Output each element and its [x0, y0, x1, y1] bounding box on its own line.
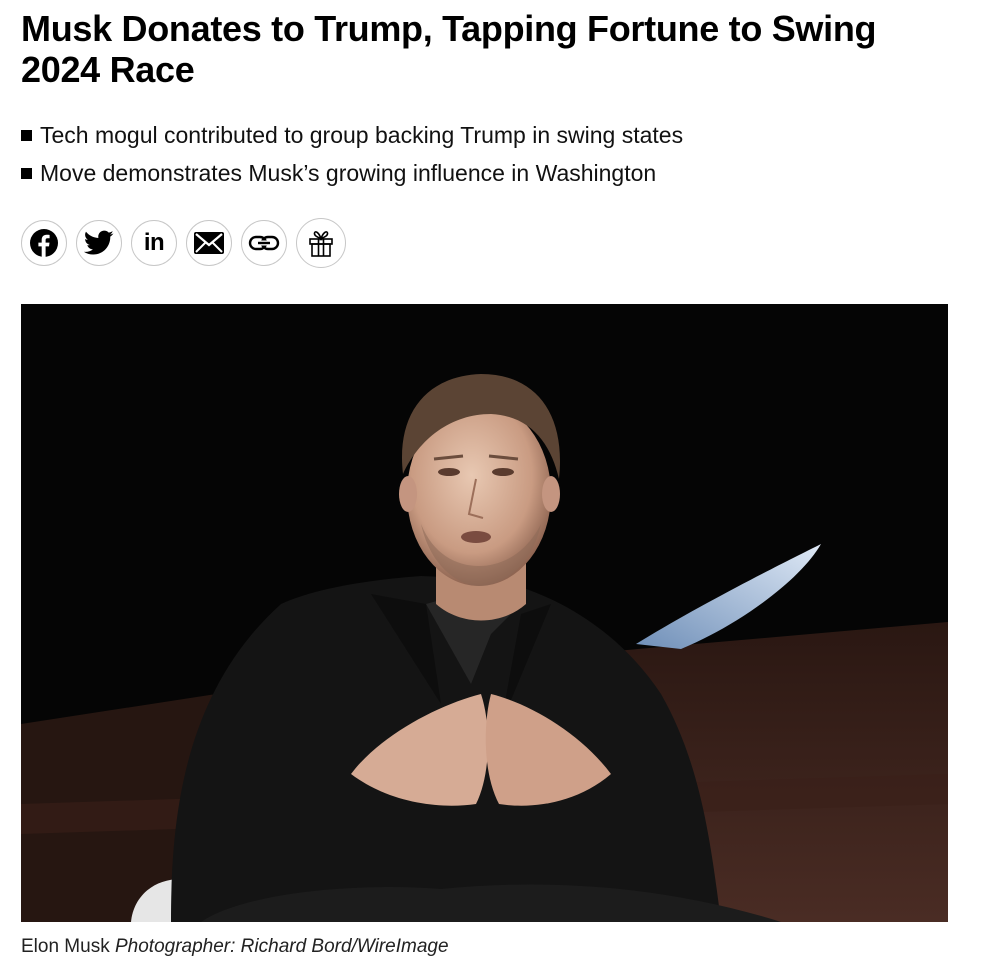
share-email-button[interactable] — [186, 220, 232, 266]
twitter-icon — [84, 230, 114, 255]
caption-subject: Elon Musk — [21, 936, 110, 957]
facebook-icon — [30, 229, 58, 257]
share-linkedin-button[interactable]: in — [131, 220, 177, 266]
article-summary-list: Tech mogul contributed to group backing … — [21, 116, 683, 192]
musk-portrait-image — [21, 304, 948, 922]
gift-article-button[interactable] — [296, 218, 346, 268]
share-facebook-button[interactable] — [21, 220, 67, 266]
summary-bullet-text: Tech mogul contributed to group backing … — [40, 121, 684, 148]
gift-icon — [309, 231, 333, 257]
copy-link-button[interactable] — [241, 220, 287, 266]
summary-bullet-text: Move demonstrates Musk’s growing influen… — [40, 159, 657, 186]
email-icon — [194, 232, 224, 254]
linkedin-icon: in — [143, 229, 165, 256]
share-twitter-button[interactable] — [76, 220, 122, 266]
article-headline: Musk Donates to Trump, Tapping Fortune t… — [21, 8, 877, 90]
summary-bullet: Tech mogul contributed to group backing … — [21, 116, 683, 154]
summary-bullet: Move demonstrates Musk’s growing influen… — [21, 154, 683, 192]
hero-photo — [21, 304, 948, 922]
bullet-square-icon — [21, 129, 32, 141]
share-bar: in — [21, 218, 346, 268]
photo-caption: Elon Musk Photographer: Richard Bord/Wir… — [21, 936, 449, 958]
bullet-square-icon — [21, 167, 32, 179]
caption-credit: Photographer: Richard Bord/WireImage — [114, 936, 449, 957]
link-icon — [248, 235, 280, 251]
